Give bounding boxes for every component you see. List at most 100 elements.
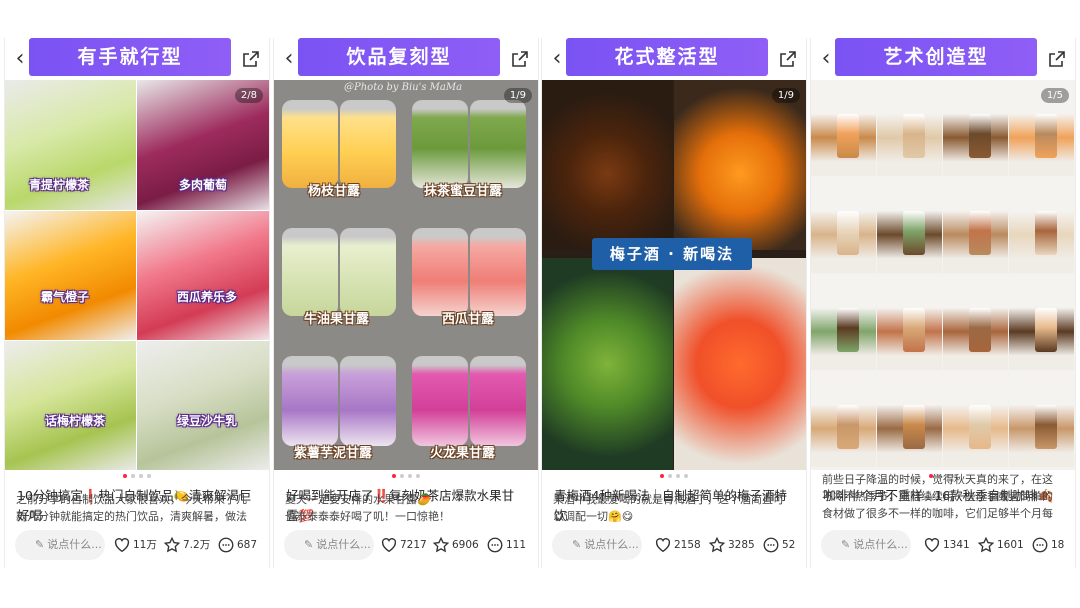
drink-photo [542, 258, 673, 470]
like-count: 2158 [674, 539, 701, 551]
post-image-carousel[interactable]: 1/5 [811, 80, 1075, 470]
heart-icon [655, 538, 671, 553]
post-description-3: 果酒中我最爱喝的就是青梅酒了，这个酒简直可以调配一切🤗😋 [553, 493, 784, 523]
comment-input[interactable]: ✎ 说点什么... [284, 530, 374, 560]
chevron-left-icon[interactable]: ‹ [278, 46, 300, 72]
collect-button[interactable]: 3285 [708, 534, 755, 556]
carousel-dots [5, 474, 269, 480]
engagement-bar: ✎ 说点什么... 11万 7.2万 687 [5, 528, 269, 568]
coffee-cup [903, 211, 925, 255]
drink-photo [340, 100, 396, 188]
like-button[interactable]: 2158 [654, 534, 701, 556]
collect-button[interactable]: 1601 [977, 534, 1024, 556]
coffee-photo-tile [877, 371, 942, 467]
coffee-photo-tile [943, 274, 1008, 370]
share-external-icon[interactable] [241, 49, 261, 69]
coffee-cup [903, 405, 925, 449]
card-header: ‹ 花式整活型 [542, 38, 806, 80]
drink-label: 抹茶蜜豆甘露 [424, 184, 503, 199]
comment-button[interactable]: 18 [1031, 534, 1064, 556]
chevron-left-icon[interactable]: ‹ [815, 46, 837, 72]
heart-icon [924, 538, 940, 553]
coffee-photo-tile [1009, 371, 1074, 467]
drink-label: 话梅柠檬茶 [45, 414, 106, 428]
chevron-left-icon[interactable]: ‹ [9, 46, 31, 72]
coffee-photo-tile [1009, 177, 1074, 273]
drink-photo [470, 356, 526, 446]
coffee-photo-tile [943, 80, 1008, 176]
drink-label: 火龙果甘露 [430, 446, 496, 461]
comment-input[interactable]: ✎ 说点什么... [552, 530, 642, 560]
coffee-cup [837, 211, 859, 255]
post-card-3[interactable]: ‹ 花式整活型 梅子酒 · 新喝法 1/9 青梅酒4种新喝法｜自制超简单的梅子酒… [541, 38, 807, 568]
collect-count: 1601 [997, 539, 1024, 551]
drink-photo [5, 211, 136, 340]
comment-input[interactable]: ✎ 说点什么... [15, 530, 105, 560]
comment-button[interactable]: 687 [217, 534, 257, 556]
comment-input[interactable]: ✎ 说点什么... [821, 530, 911, 560]
post-image-carousel[interactable]: 青提柠檬茶 多肉葡萄 霸气橙子 西瓜养乐多 话梅柠檬茶 绿豆沙牛乳 2/8 [5, 80, 269, 470]
coffee-cup [1035, 308, 1057, 352]
coffee-cup [837, 308, 859, 352]
drink-photo [282, 100, 338, 188]
engagement-bar: ✎ 说点什么... 7217 6906 111 [274, 528, 538, 568]
coffee-cup [903, 308, 925, 352]
comment-count: 111 [506, 539, 527, 551]
drink-photo [282, 228, 338, 316]
pencil-icon: ✎ [841, 538, 851, 551]
comment-button[interactable]: 111 [486, 534, 526, 556]
like-button[interactable]: 7217 [380, 534, 427, 556]
drink-photo [137, 211, 269, 340]
coffee-cup [903, 114, 925, 158]
pencil-icon: ✎ [304, 538, 314, 551]
share-external-icon[interactable] [1047, 49, 1067, 69]
share-external-icon[interactable] [778, 49, 798, 69]
category-label: 花式整活型 [566, 38, 768, 76]
chevron-left-icon[interactable]: ‹ [546, 46, 568, 72]
post-image-carousel[interactable]: @Photo by Biu's MaMa 杨枝甘露 抹茶蜜豆甘露 牛油果甘露 西… [274, 80, 538, 470]
like-button[interactable]: 1341 [923, 534, 970, 556]
coffee-photo-tile [811, 371, 876, 467]
drink-photo [412, 100, 468, 188]
image-counter: 1/9 [503, 88, 532, 103]
drink-label: 牛油果甘露 [304, 312, 370, 327]
image-counter: 1/9 [771, 88, 800, 103]
card-header: ‹ 饮品复刻型 [274, 38, 538, 80]
drink-photo [542, 80, 673, 250]
post-card-1[interactable]: ‹ 有手就行型 青提柠檬茶 多肉葡萄 霸气橙子 西瓜养乐多 话梅柠檬茶 绿豆沙牛… [4, 38, 270, 568]
collect-button[interactable]: 6906 [432, 534, 479, 556]
share-external-icon[interactable] [510, 49, 530, 69]
comment-count: 687 [237, 539, 258, 551]
post-card-2[interactable]: ‹ 饮品复刻型 @Photo by Biu's MaMa 杨枝甘露 抹茶蜜豆甘露… [273, 38, 539, 568]
heart-icon [114, 538, 130, 553]
photo-credit: @Photo by Biu's MaMa [344, 82, 463, 93]
collect-count: 6906 [452, 539, 479, 551]
coffee-cup [969, 405, 991, 449]
post-image-carousel[interactable]: 梅子酒 · 新喝法 1/9 [542, 80, 806, 470]
engagement-bar: ✎ 说点什么... 2158 3285 52 [542, 528, 806, 568]
drink-photo [5, 341, 136, 470]
drink-photo [674, 258, 806, 470]
drink-label: 紫薯芋泥甘露 [294, 446, 373, 461]
coffee-cup [969, 211, 991, 255]
heart-icon [381, 538, 397, 553]
like-button[interactable]: 11万 [113, 534, 157, 556]
pencil-icon: ✎ [572, 538, 582, 551]
category-label: 饮品复刻型 [298, 38, 500, 76]
coffee-photo-tile [943, 177, 1008, 273]
card-header: ‹ 艺术创造型 [811, 38, 1075, 80]
post-description-1: 之前分享的自制饮品大家很喜欢，今天带来了几款几分钟就能搞定的热门饮品，清爽解暑，… [16, 493, 247, 523]
coffee-cup [969, 308, 991, 352]
star-icon [163, 536, 181, 553]
category-label: 有手就行型 [29, 38, 231, 76]
comment-button[interactable]: 52 [762, 534, 795, 556]
drink-photo [674, 80, 806, 250]
collect-button[interactable]: 7.2万 [163, 534, 210, 556]
coffee-cup [1035, 405, 1057, 449]
star-icon [432, 536, 450, 553]
comment-bubble-icon [487, 537, 503, 553]
comment-bubble-icon [218, 537, 234, 553]
card-header: ‹ 有手就行型 [5, 38, 269, 80]
drink-photo [340, 356, 396, 446]
drink-label: 西瓜养乐多 [177, 290, 238, 304]
